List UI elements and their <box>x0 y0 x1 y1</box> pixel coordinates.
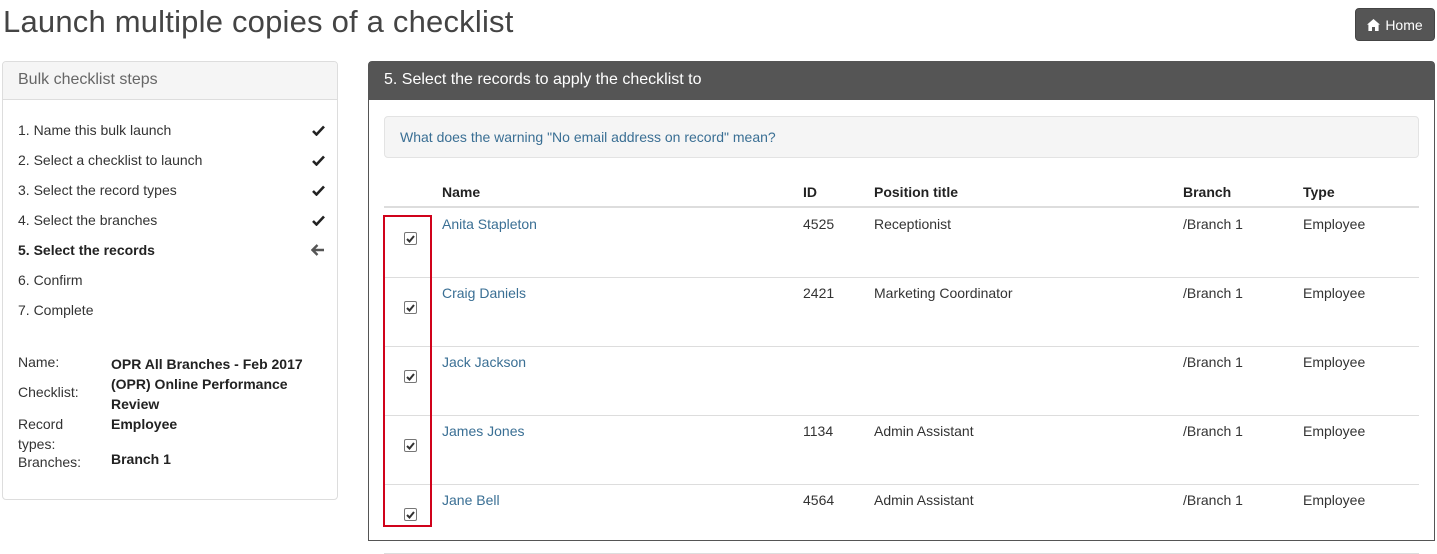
steps-panel: Bulk checklist steps 1. Name this bulk l… <box>2 61 338 500</box>
record-name-link[interactable]: Jane Bell <box>442 492 500 508</box>
record-id: 2421 <box>803 285 835 301</box>
warning-help-box: What does the warning "No email address … <box>384 116 1419 158</box>
summary-checklist-value: (OPR) Online Performance Review <box>111 376 288 412</box>
summary-branches-row: Branches: Branch 1 <box>18 449 328 470</box>
record-name-link[interactable]: James Jones <box>442 423 524 439</box>
column-header-branch[interactable]: Branch <box>1183 184 1231 200</box>
record-type: Employee <box>1303 492 1366 508</box>
record-branch: /Branch 1 <box>1183 492 1243 508</box>
record-type: Employee <box>1303 285 1366 301</box>
step-item-5-current: 5. Select the records <box>18 235 326 265</box>
records-heading: 5. Select the records to apply the check… <box>369 62 1434 100</box>
step-label: 5. Select the records <box>18 242 155 258</box>
step-label: 2. Select a checklist to launch <box>18 152 203 168</box>
row-checkbox[interactable] <box>404 232 417 245</box>
check-icon <box>310 182 326 198</box>
column-header-position[interactable]: Position title <box>874 184 958 200</box>
table-row: James Jones 1134 Admin Assistant /Branch… <box>384 416 1419 485</box>
step-item-7: 7. Complete <box>18 295 326 325</box>
table-row: Anita Stapleton 4525 Receptionist /Branc… <box>384 209 1419 278</box>
row-checkbox[interactable] <box>404 439 417 452</box>
records-table-body: Anita Stapleton 4525 Receptionist /Branc… <box>384 209 1419 554</box>
record-type: Employee <box>1303 216 1366 232</box>
table-row: Craig Daniels 2421 Marketing Coordinator… <box>384 278 1419 347</box>
check-icon <box>310 152 326 168</box>
column-header-id[interactable]: ID <box>803 184 817 200</box>
summary-checklist-label: Checklist: <box>18 384 79 400</box>
summary-checklist-row: Checklist: (OPR) Online Performance Revi… <box>18 374 328 412</box>
home-button[interactable]: Home <box>1355 8 1435 41</box>
table-row: Jane Bell 4564 Admin Assistant /Branch 1… <box>384 485 1419 554</box>
step-item-6: 6. Confirm <box>18 265 326 295</box>
record-name-link[interactable]: Jack Jackson <box>442 354 526 370</box>
summary-record-types-value: Employee <box>111 416 178 432</box>
record-id: 4564 <box>803 492 835 508</box>
record-branch: /Branch 1 <box>1183 423 1243 439</box>
record-name-link[interactable]: Craig Daniels <box>442 285 526 301</box>
summary-record-types-row: Record types: Employee <box>18 414 328 454</box>
record-branch: /Branch 1 <box>1183 216 1243 232</box>
column-header-type[interactable]: Type <box>1303 184 1335 200</box>
check-icon <box>310 122 326 138</box>
step-item-3: 3. Select the record types <box>18 175 326 205</box>
arrow-left-icon <box>310 242 326 258</box>
step-item-4: 4. Select the branches <box>18 205 326 235</box>
no-email-warning-link[interactable]: What does the warning "No email address … <box>400 129 776 145</box>
summary-branches-value: Branch 1 <box>111 451 171 467</box>
row-checkbox[interactable] <box>404 301 417 314</box>
record-position: Receptionist <box>874 216 952 232</box>
record-position: Marketing Coordinator <box>874 285 1013 301</box>
column-header-name[interactable]: Name <box>442 184 480 200</box>
row-checkbox[interactable] <box>404 370 417 383</box>
record-id: 1134 <box>803 423 834 439</box>
record-branch: /Branch 1 <box>1183 354 1243 370</box>
check-icon <box>310 212 326 228</box>
step-label: 4. Select the branches <box>18 212 158 228</box>
steps-heading: Bulk checklist steps <box>3 62 337 100</box>
home-button-label: Home <box>1385 16 1423 33</box>
records-panel: 5. Select the records to apply the check… <box>368 61 1435 554</box>
step-item-1: 1. Name this bulk launch <box>18 115 326 145</box>
step-label: 7. Complete <box>18 302 94 318</box>
launch-summary: Name: OPR All Branches - Feb 2017 Checkl… <box>18 354 328 470</box>
record-type: Employee <box>1303 423 1366 439</box>
record-name-link[interactable]: Anita Stapleton <box>442 216 537 232</box>
step-label: 1. Name this bulk launch <box>18 122 172 138</box>
steps-list: 1. Name this bulk launch 2. Select a che… <box>18 115 326 325</box>
record-id: 4525 <box>803 216 835 232</box>
row-checkbox[interactable] <box>404 508 417 521</box>
record-position: Admin Assistant <box>874 492 974 508</box>
step-label: 6. Confirm <box>18 272 83 288</box>
record-type: Employee <box>1303 354 1366 370</box>
home-icon <box>1367 18 1381 31</box>
table-header: Name ID Position title Branch Type <box>384 177 1419 208</box>
record-branch: /Branch 1 <box>1183 285 1243 301</box>
page-title: Launch multiple copies of a checklist <box>3 4 514 39</box>
summary-record-types-label: Record types: <box>18 416 64 452</box>
record-position: Admin Assistant <box>874 423 974 439</box>
table-row: Jack Jackson /Branch 1 Employee <box>384 347 1419 416</box>
summary-branches-label: Branches: <box>18 454 82 470</box>
step-item-2: 2. Select a checklist to launch <box>18 145 326 175</box>
step-label: 3. Select the record types <box>18 182 177 198</box>
